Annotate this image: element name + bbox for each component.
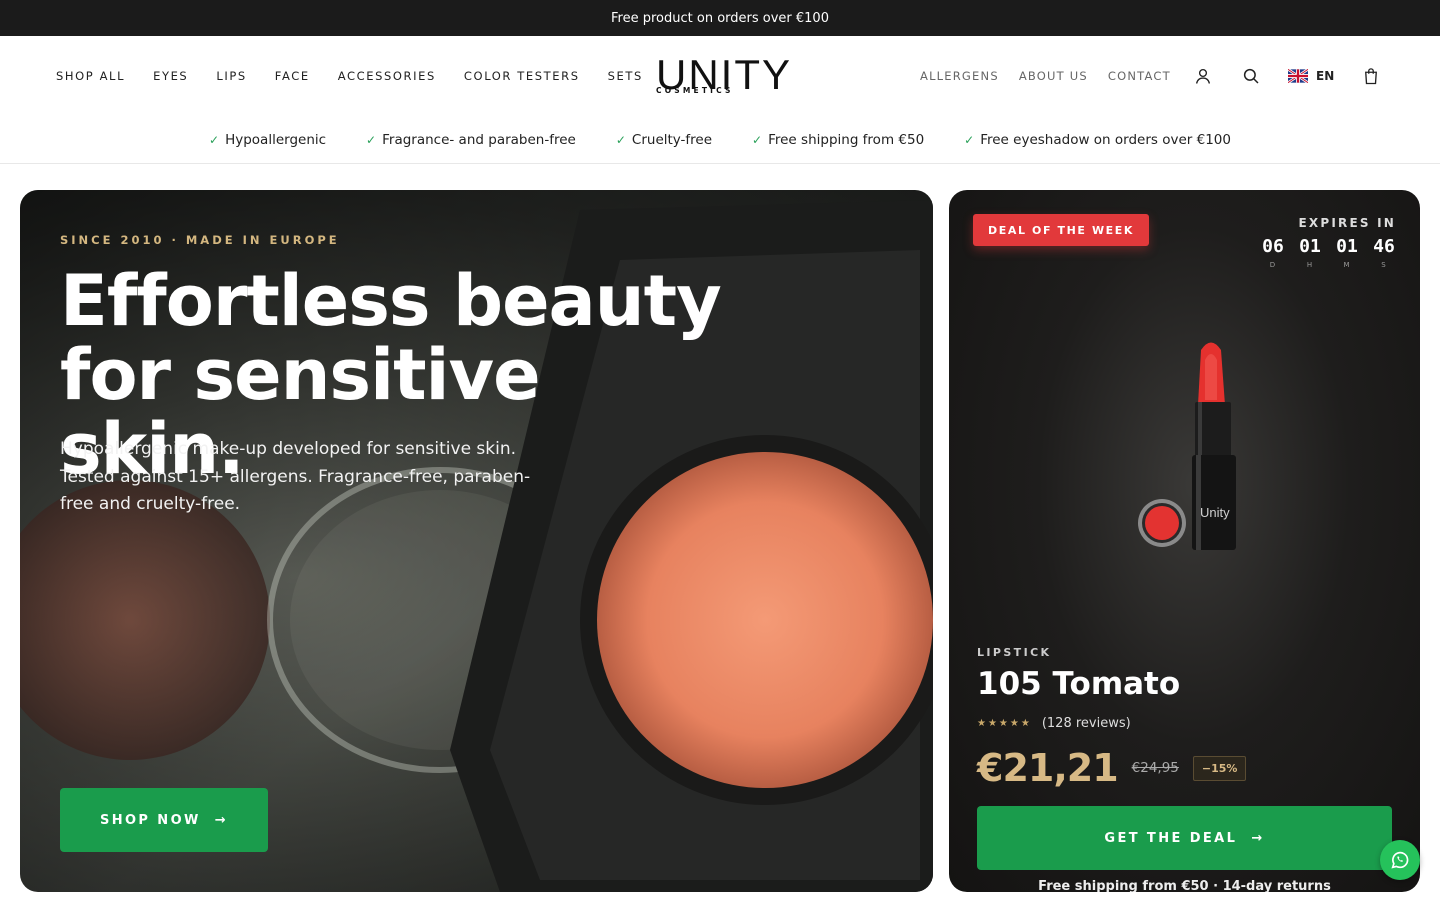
nav-face[interactable]: FACE <box>275 69 310 83</box>
hero-banner: SINCE 2010 · MADE IN EUROPE Effortless b… <box>20 190 933 892</box>
site-header: SHOP ALL EYES LIPS FACE ACCESSORIES COLO… <box>0 36 1440 116</box>
usp-text: Cruelty-free <box>631 131 713 148</box>
nav-allergens[interactable]: ALLERGENS <box>920 69 999 83</box>
usp-text: Fragrance- and paraben-free <box>382 131 576 148</box>
check-icon: ✓ <box>366 132 377 147</box>
product-rating[interactable]: ★★★★★ (128 reviews) <box>977 716 1131 731</box>
logo[interactable]: UNITY COSMETICS <box>656 54 790 98</box>
get-the-deal-button[interactable]: GET THE DEAL → <box>977 806 1392 870</box>
arrow-right-icon: → <box>214 812 229 828</box>
price-row: €21,21 €24,95 −15% <box>977 746 1247 790</box>
whatsapp-chat-button[interactable] <box>1380 840 1420 880</box>
discount-badge: −15% <box>1192 755 1247 781</box>
main-nav: SHOP ALL EYES LIPS FACE ACCESSORIES COLO… <box>56 69 643 83</box>
nav-sets[interactable]: SETS <box>608 69 643 83</box>
nav-color-testers[interactable]: COLOR TESTERS <box>464 69 580 83</box>
secondary-nav: ALLERGENS ABOUT US CONTACT <box>920 36 1171 116</box>
announcement-text: Free product on orders over €100 <box>611 10 829 26</box>
hero-title-line1: Effortless beauty <box>60 260 722 342</box>
language-selector[interactable]: EN <box>1288 69 1334 83</box>
usp-text: Free eyeshadow on orders over €100 <box>980 131 1231 148</box>
usp-text: Free shipping from €50 <box>768 131 925 148</box>
check-icon: ✓ <box>752 132 763 147</box>
review-count: (128 reviews) <box>1041 716 1131 731</box>
announcement-bar: Free product on orders over €100 <box>0 0 1440 36</box>
check-icon: ✓ <box>615 132 626 147</box>
usp-text: Hypoallergenic <box>225 131 327 148</box>
usp-item: ✓ Cruelty-free <box>616 132 712 148</box>
product-category: LIPSTICK <box>977 646 1052 659</box>
old-price: €24,95 <box>1131 760 1179 776</box>
uk-flag-icon <box>1288 69 1308 83</box>
usp-item: ✓ Fragrance- and paraben-free <box>366 132 576 148</box>
shipping-note: Free shipping from €50 · 14-day returns <box>1038 879 1331 892</box>
current-price: €21,21 <box>977 746 1119 790</box>
hero-eyebrow: SINCE 2010 · MADE IN EUROPE <box>60 233 340 247</box>
nav-contact[interactable]: CONTACT <box>1108 69 1171 83</box>
svg-text:Unity: Unity <box>1200 505 1230 520</box>
nav-eyes[interactable]: EYES <box>153 69 188 83</box>
whatsapp-icon <box>1391 851 1409 869</box>
usp-item: ✓ Free eyeshadow on orders over €100 <box>964 132 1231 148</box>
deal-card: DEAL OF THE WEEK EXPIRES IN 06 D 01 H 01 M … <box>949 190 1420 892</box>
arrow-right-icon: → <box>1251 830 1265 846</box>
usp-item: ✓ Free shipping from €50 <box>752 132 924 148</box>
usp-item: ✓ Hypoallergenic <box>209 132 326 148</box>
nav-accessories[interactable]: ACCESSORIES <box>338 69 436 83</box>
check-icon: ✓ <box>964 132 975 147</box>
user-icon[interactable] <box>1192 65 1214 87</box>
search-icon[interactable] <box>1240 65 1262 87</box>
header-icons: EN <box>1192 36 1382 116</box>
get-the-deal-label: GET THE DEAL <box>1104 830 1238 846</box>
nav-about-us[interactable]: ABOUT US <box>1019 69 1088 83</box>
star-rating-icon: ★★★★★ <box>977 718 1032 729</box>
usp-bar: ✓ Hypoallergenic ✓ Fragrance- and paraben-… <box>0 116 1440 164</box>
hero-description: Hypoallergenic make-up developed for sen… <box>60 439 531 514</box>
language-code: EN <box>1316 69 1335 83</box>
nav-shop-all[interactable]: SHOP ALL <box>56 69 125 83</box>
check-icon: ✓ <box>209 132 220 147</box>
product-name[interactable]: 105 Tomato <box>977 666 1180 702</box>
shop-now-button[interactable]: SHOP NOW → <box>60 788 268 852</box>
logo-subtitle: COSMETICS <box>656 86 734 95</box>
nav-lips[interactable]: LIPS <box>216 69 246 83</box>
shop-now-label: SHOP NOW <box>99 812 201 828</box>
bag-icon[interactable] <box>1360 65 1382 87</box>
